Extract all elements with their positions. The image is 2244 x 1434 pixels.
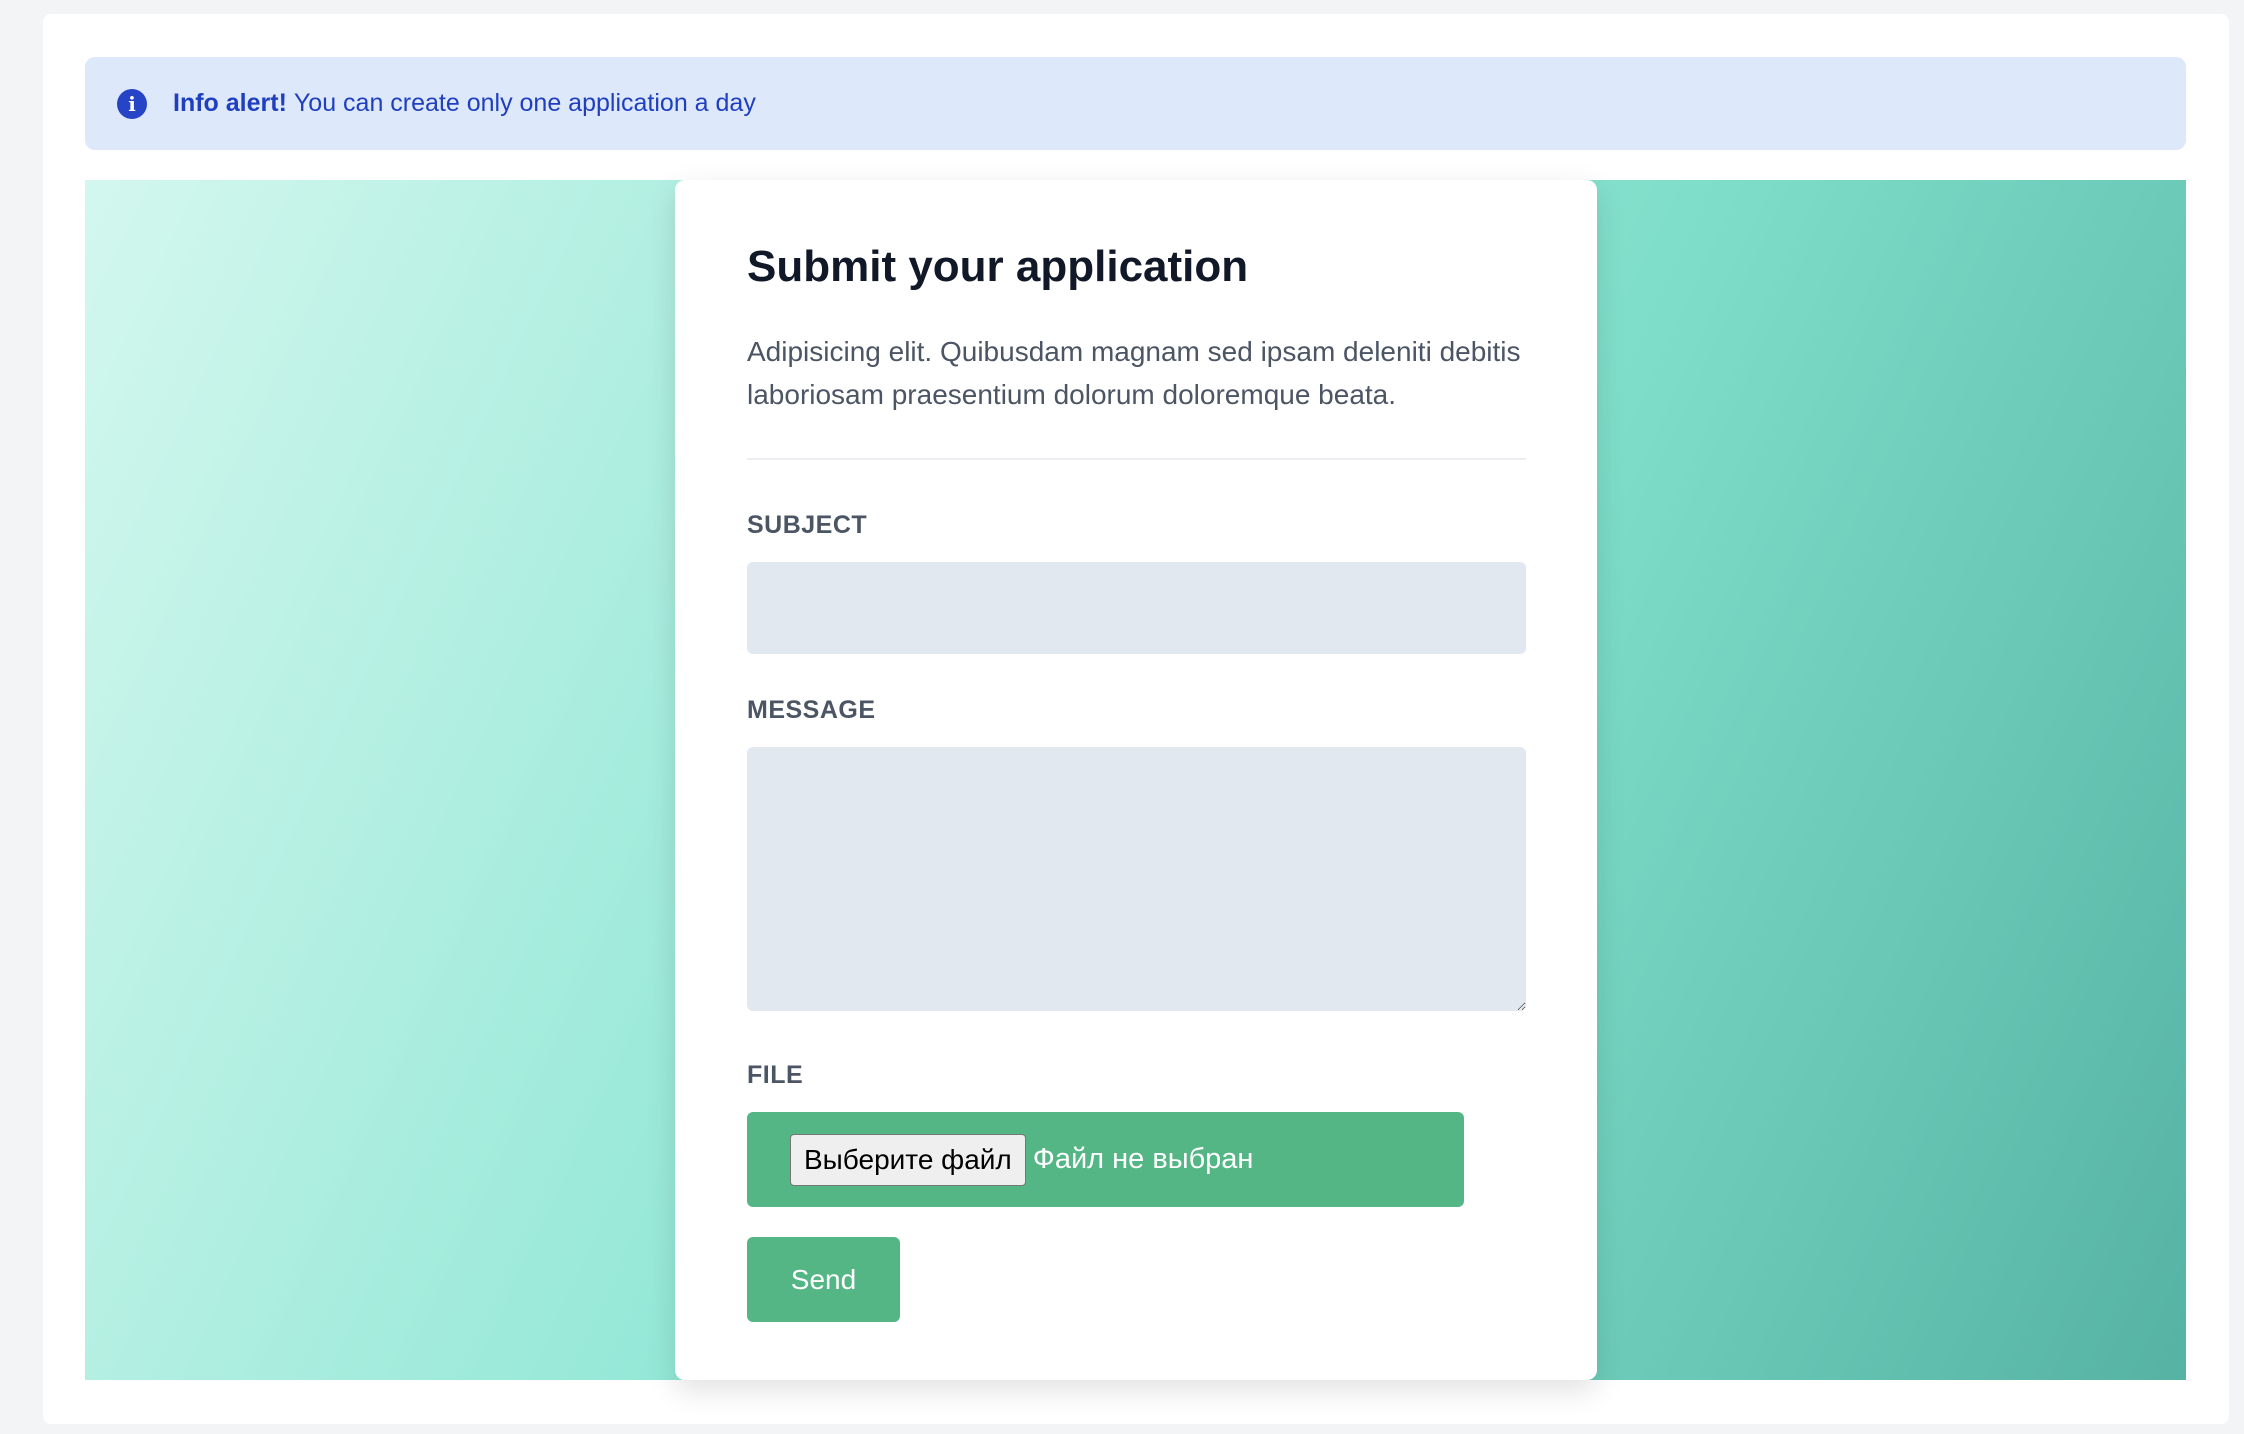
message-label: MESSAGE [747, 696, 876, 725]
message-textarea[interactable] [747, 747, 1526, 1012]
divider [747, 458, 1526, 461]
alert-message: You can create only one application a da… [293, 89, 756, 117]
alert-title: Info alert! [173, 89, 287, 117]
info-icon: i [117, 88, 147, 119]
file-label: FILE [747, 1061, 804, 1090]
form-title: Submit your application [747, 242, 1249, 291]
subject-label: SUBJECT [747, 511, 868, 540]
form-description: Adipisicing elit. Quibusdam magnam sed i… [747, 336, 1521, 411]
send-button[interactable]: Send [747, 1237, 900, 1323]
subject-input[interactable] [747, 562, 1526, 655]
choose-file-button[interactable]: Выберите файл [790, 1133, 1026, 1186]
file-input: Выберите файл Файл не выбран [747, 1112, 1464, 1208]
file-status: Файл не выбран [1032, 1143, 1254, 1176]
application-form-card: Submit your application Adipisicing elit… [675, 180, 1597, 1380]
info-alert: i Info alert! You can create only one ap… [85, 57, 2186, 150]
